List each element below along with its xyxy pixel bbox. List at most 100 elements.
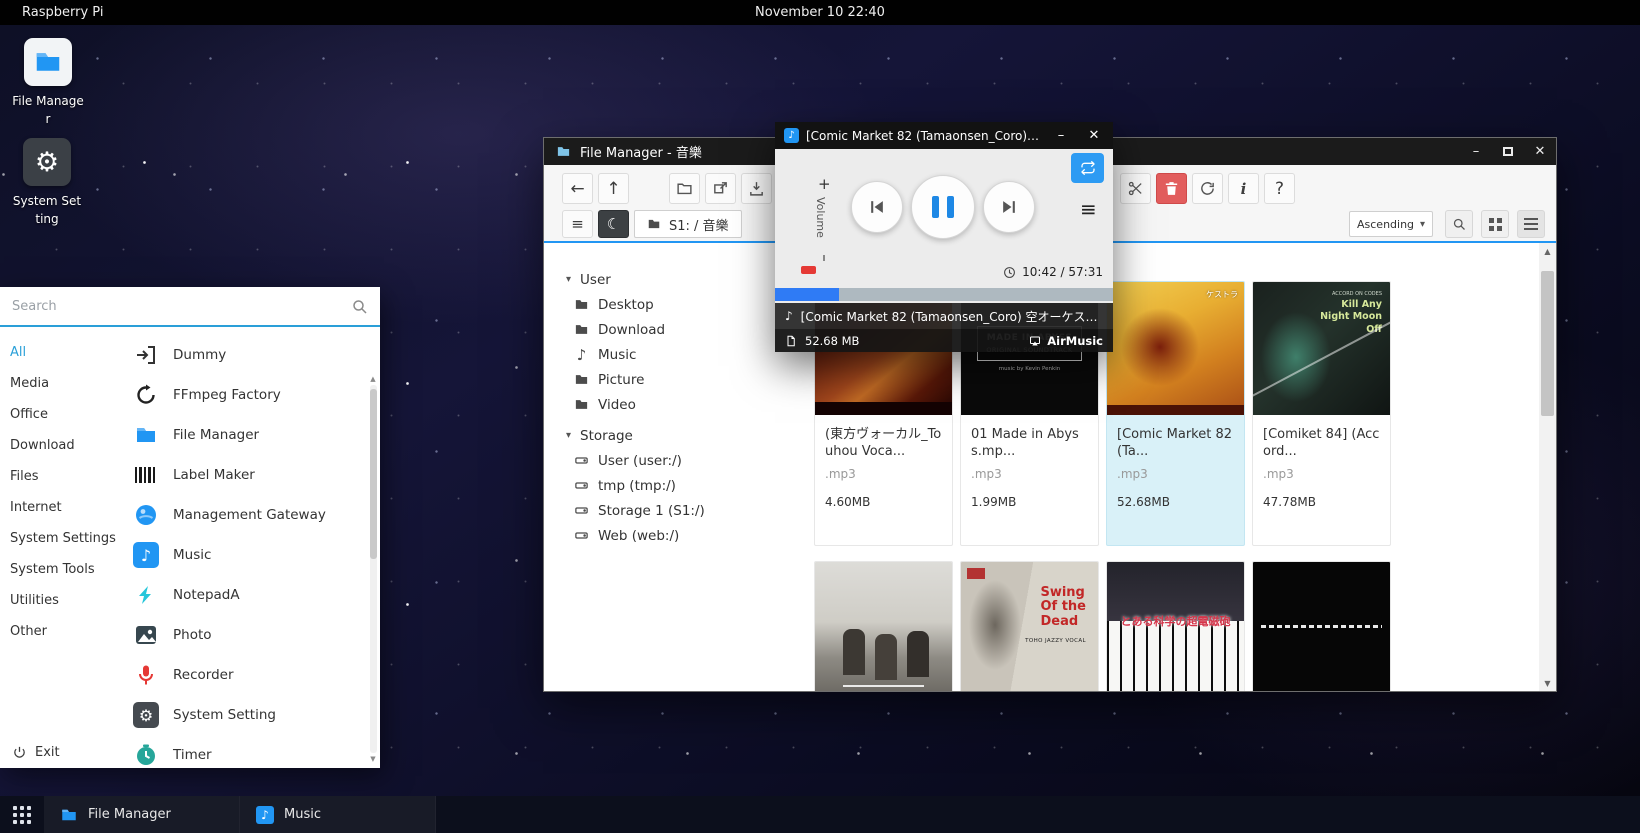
- category-media[interactable]: Media: [0, 368, 118, 399]
- open-external-button[interactable]: [705, 173, 736, 204]
- album-art-text: Swing Of the Dead: [1040, 586, 1086, 629]
- player-menu-button[interactable]: ≡: [1080, 199, 1097, 219]
- category-all[interactable]: All: [0, 337, 118, 368]
- exit-button[interactable]: Exit: [12, 745, 60, 760]
- launcher-app-system-setting[interactable]: ⚙ System Setting: [133, 695, 380, 735]
- volume-slider-handle[interactable]: [801, 266, 816, 274]
- category-office[interactable]: Office: [0, 399, 118, 430]
- pause-button[interactable]: [911, 175, 975, 239]
- refresh-button[interactable]: [1192, 173, 1223, 204]
- file-card[interactable]: [814, 561, 953, 691]
- category-system-settings[interactable]: System Settings: [0, 523, 118, 554]
- help-button[interactable]: ?: [1264, 173, 1295, 204]
- tree-section-user[interactable]: ▾ User: [544, 267, 784, 292]
- scroll-up-icon[interactable]: ▲: [1544, 243, 1550, 259]
- cut-button[interactable]: [1120, 173, 1151, 204]
- scrollbar-track[interactable]: [370, 385, 377, 753]
- scrollbar-thumb[interactable]: [370, 389, 377, 559]
- breadcrumb[interactable]: S1: / 音樂: [634, 210, 742, 238]
- file-card[interactable]: Swing Of the Dead TOHO JAZZY VOCAL: [960, 561, 1099, 691]
- launcher-app-recorder[interactable]: Recorder: [133, 655, 380, 695]
- category-utilities[interactable]: Utilities: [0, 585, 118, 616]
- scrollbar-track[interactable]: [1541, 259, 1554, 675]
- info-icon: i: [1241, 180, 1247, 198]
- close-button[interactable]: ✕: [1081, 128, 1107, 143]
- close-button[interactable]: ✕: [1524, 138, 1556, 165]
- folder-icon: [60, 806, 78, 824]
- menu-button[interactable]: ≡: [562, 210, 593, 238]
- up-button[interactable]: ↑: [598, 173, 629, 204]
- launcher-scrollbar[interactable]: ▲ ▼: [368, 375, 378, 763]
- launcher-app-notepada[interactable]: NotepadA: [133, 575, 380, 615]
- launcher-app-file-manager[interactable]: File Manager: [133, 415, 380, 455]
- dark-mode-toggle[interactable]: ☾: [598, 210, 629, 238]
- download-button[interactable]: [741, 173, 772, 204]
- search-input[interactable]: [0, 299, 380, 314]
- category-internet[interactable]: Internet: [0, 492, 118, 523]
- window-controls: – ✕: [1460, 138, 1556, 165]
- external-link-icon: [712, 180, 729, 197]
- new-folder-button[interactable]: [669, 173, 700, 204]
- category-system-tools[interactable]: System Tools: [0, 554, 118, 585]
- next-track-button[interactable]: [983, 181, 1035, 233]
- search-icon: [1452, 217, 1467, 232]
- tree-item-download[interactable]: Download: [544, 317, 784, 342]
- grid-view-button[interactable]: [1481, 210, 1509, 238]
- search-button[interactable]: [1445, 210, 1473, 238]
- tree-item-label: Download: [598, 322, 665, 338]
- back-button[interactable]: ←: [562, 173, 593, 204]
- app-launcher-button[interactable]: [0, 806, 44, 824]
- scroll-down-icon[interactable]: ▼: [370, 755, 375, 763]
- list-view-button[interactable]: [1517, 210, 1545, 238]
- scroll-down-icon[interactable]: ▼: [1544, 675, 1550, 691]
- maximize-button[interactable]: [1492, 138, 1524, 165]
- tree-item-user-drive[interactable]: User (user:/): [544, 448, 784, 473]
- tree-item-storage1-drive[interactable]: Storage 1 (S1:/): [544, 498, 784, 523]
- tree-item-web-drive[interactable]: Web (web:/): [544, 523, 784, 548]
- content-scrollbar[interactable]: ▲ ▼: [1539, 243, 1556, 691]
- tree-item-video[interactable]: Video: [544, 392, 784, 417]
- tree-item-tmp-drive[interactable]: tmp (tmp:/): [544, 473, 784, 498]
- category-download[interactable]: Download: [0, 430, 118, 461]
- category-files[interactable]: Files: [0, 461, 118, 492]
- trash-icon: [1163, 180, 1180, 197]
- minimize-button[interactable]: –: [1460, 138, 1492, 165]
- taskbar-item-music[interactable]: ♪ Music: [240, 796, 436, 833]
- launcher-app-ffmpeg-factory[interactable]: FFmpeg Factory: [133, 375, 380, 415]
- repeat-mode-button[interactable]: [1071, 153, 1104, 183]
- info-button[interactable]: i: [1228, 173, 1259, 204]
- tree-item-picture[interactable]: Picture: [544, 367, 784, 392]
- launcher-app-management-gateway[interactable]: Management Gateway: [133, 495, 380, 535]
- scrollbar-thumb[interactable]: [1541, 271, 1554, 416]
- desktop-icon-file-manager[interactable]: File Manager: [10, 38, 86, 128]
- ffmpeg-factory-icon: [133, 382, 159, 408]
- previous-track-button[interactable]: [851, 181, 903, 233]
- topbar-clock: November 10 22:40: [755, 5, 885, 20]
- launcher-app-label-maker[interactable]: Label Maker: [133, 455, 380, 495]
- album-art: ケストラ: [1107, 282, 1244, 415]
- launcher-app-music[interactable]: ♪ Music: [133, 535, 380, 575]
- scroll-up-icon[interactable]: ▲: [370, 375, 375, 383]
- file-card[interactable]: [1252, 561, 1391, 691]
- minimize-button[interactable]: –: [1048, 128, 1074, 143]
- file-card[interactable]: とある科学の超電磁砲: [1106, 561, 1245, 691]
- audio-output[interactable]: AirMusic: [1029, 334, 1103, 348]
- music-player-titlebar[interactable]: ♪ [Comic Market 82 (Tamaonsen_Coro) ... …: [775, 122, 1113, 149]
- tree-section-storage[interactable]: ▾ Storage: [544, 423, 784, 448]
- launcher-app-photo[interactable]: Photo: [133, 615, 380, 655]
- file-card[interactable]: ACCORD ON CODES Kill Any Night Moon Off …: [1252, 281, 1391, 546]
- taskbar-item-file-manager[interactable]: File Manager: [44, 796, 240, 833]
- launcher-app-timer[interactable]: Timer: [133, 735, 380, 768]
- launcher-categories: All Media Office Download Files Internet…: [0, 329, 118, 768]
- launcher-app-dummy[interactable]: Dummy: [133, 335, 380, 375]
- tree-item-desktop[interactable]: Desktop: [544, 292, 784, 317]
- desktop-icon-system-setting[interactable]: ⚙ System Setting: [9, 138, 85, 228]
- file-card-selected[interactable]: ケストラ [Comic Market 82 (Ta... .mp3 52.68M…: [1106, 281, 1245, 546]
- sort-order-dropdown[interactable]: Ascending ▾: [1349, 211, 1433, 237]
- tree-item-music[interactable]: ♪ Music: [544, 342, 784, 367]
- category-other[interactable]: Other: [0, 616, 118, 647]
- skip-next-icon: [999, 197, 1019, 217]
- progress-bar[interactable]: [775, 288, 1113, 301]
- repeat-icon: [1080, 160, 1096, 176]
- delete-button[interactable]: [1156, 173, 1187, 204]
